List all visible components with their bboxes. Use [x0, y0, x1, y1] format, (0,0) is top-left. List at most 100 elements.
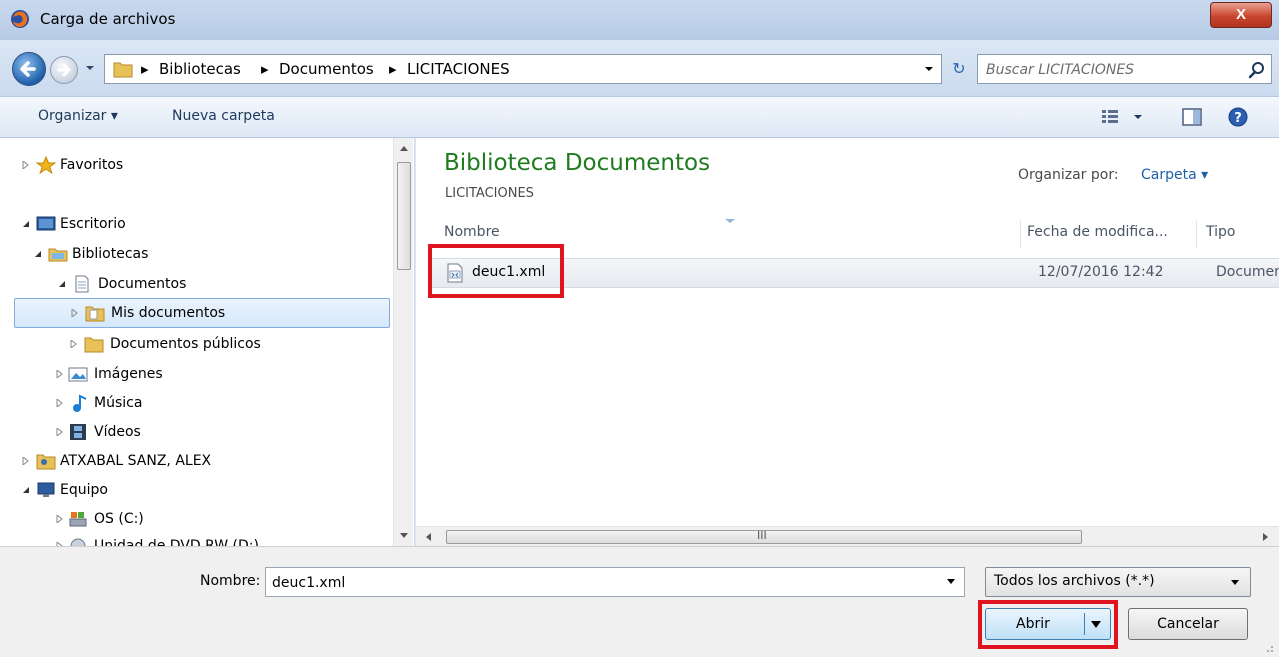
nav-pane-scroll-thumb[interactable]	[397, 162, 411, 270]
navigation-bar: ▸ Bibliotecas ▸ Documentos ▸ LICITACIONE…	[0, 40, 1279, 96]
expand-arrow-icon[interactable]	[71, 309, 79, 317]
address-bar[interactable]: ▸ Bibliotecas ▸ Documentos ▸ LICITACIONE…	[104, 54, 942, 84]
dialog-footer: Nombre: Todos los archivos (*.*) Abrir C…	[0, 546, 1279, 657]
file-type: Documento XML	[1216, 264, 1279, 280]
libraries-icon	[48, 248, 68, 262]
user-folder-icon	[36, 454, 56, 470]
breadcrumb-separator[interactable]: ▸	[261, 60, 269, 78]
tree-item-dvd-drive[interactable]: Unidad de DVD RW (D:)	[0, 532, 392, 546]
svg-text:?: ?	[1234, 111, 1242, 126]
document-icon	[75, 275, 89, 293]
breadcrumb-separator[interactable]: ▸	[389, 60, 397, 78]
address-history-chevron-icon[interactable]	[923, 64, 935, 74]
arrange-by-dropdown[interactable]: Carpeta ▾	[1141, 167, 1208, 183]
tree-item-user-folder[interactable]: ATXABAL SANZ, ALEX	[0, 447, 392, 475]
highlight-file-annotation	[428, 244, 564, 298]
title-bar: Carga de archivos X	[0, 0, 1279, 40]
expand-arrow-icon[interactable]	[56, 399, 64, 407]
firefox-icon	[11, 10, 29, 28]
column-header-name[interactable]: Nombre	[444, 224, 500, 240]
library-title: Biblioteca Documentos	[444, 150, 711, 176]
computer-icon	[37, 482, 55, 497]
file-list-hscrollbar[interactable]: III	[416, 526, 1279, 546]
file-modified-date: 12/07/2016 12:42	[1038, 264, 1164, 280]
expand-arrow-icon[interactable]	[22, 161, 30, 169]
tree-item-equipo[interactable]: Equipo	[0, 476, 392, 504]
column-separator[interactable]	[1020, 220, 1021, 248]
chevron-down-icon[interactable]	[946, 578, 956, 586]
tree-item-favoritos[interactable]: Favoritos	[0, 151, 392, 179]
expand-arrow-icon[interactable]	[56, 370, 64, 378]
refresh-icon: ↻	[952, 59, 966, 78]
breadcrumb-separator[interactable]: ▸	[141, 60, 149, 78]
column-header-type[interactable]: Tipo	[1206, 224, 1235, 240]
expand-arrow-icon[interactable]	[70, 340, 78, 348]
tree-item-videos[interactable]: Vídeos	[0, 418, 392, 446]
scroll-left-icon[interactable]	[424, 532, 432, 542]
star-icon	[36, 156, 56, 174]
window-title: Carga de archivos	[40, 10, 176, 28]
collapse-arrow-icon[interactable]	[22, 220, 30, 228]
breadcrumb-documentos[interactable]: Documentos	[279, 60, 374, 78]
organize-menu-button[interactable]: Organizar ▾	[38, 108, 118, 124]
navigation-pane: Favoritos Escritorio Bibliotecas Documen…	[0, 138, 415, 546]
column-separator[interactable]	[1196, 220, 1197, 248]
folder-icon	[84, 337, 104, 353]
file-list-pane: Biblioteca Documentos LICITACIONES Organ…	[416, 138, 1279, 546]
expand-arrow-icon[interactable]	[56, 515, 64, 523]
scroll-right-icon[interactable]	[1262, 532, 1270, 542]
tree-item-documentos-publicos[interactable]: Documentos públicos	[0, 330, 392, 358]
file-name-label: Nombre:	[200, 573, 261, 589]
help-icon[interactable]: ?	[1226, 105, 1250, 129]
tree-item-drive-c[interactable]: OS (C:)	[0, 505, 392, 533]
arrow-left-icon	[20, 61, 36, 77]
new-folder-button[interactable]: Nueva carpeta	[172, 108, 275, 124]
tree-item-documentos[interactable]: Documentos	[0, 270, 392, 298]
tree-item-escritorio[interactable]: Escritorio	[0, 210, 392, 238]
back-button[interactable]	[12, 52, 46, 86]
desktop-icon	[36, 216, 56, 231]
sort-indicator-icon	[725, 219, 735, 223]
chevron-down-icon[interactable]	[1230, 579, 1240, 587]
scroll-grip: III	[757, 529, 767, 542]
search-input[interactable]	[986, 60, 1236, 80]
arrange-by-label: Organizar por:	[1018, 167, 1119, 183]
tree-item-bibliotecas[interactable]: Bibliotecas	[0, 240, 392, 268]
file-type-filter-value: Todos los archivos (*.*)	[994, 573, 1155, 589]
collapse-arrow-icon[interactable]	[34, 250, 42, 258]
collapse-arrow-icon[interactable]	[58, 280, 66, 288]
nav-pane-scrollbar[interactable]	[393, 138, 413, 546]
expand-arrow-icon[interactable]	[22, 457, 30, 465]
breadcrumb-bibliotecas[interactable]: Bibliotecas	[159, 60, 241, 78]
tree-item-imagenes[interactable]: Imágenes	[0, 360, 392, 388]
expand-arrow-icon[interactable]	[56, 428, 64, 436]
tree-item-musica[interactable]: Música	[0, 389, 392, 417]
folder-document-icon	[85, 306, 105, 322]
search-icon[interactable]	[1248, 61, 1266, 79]
column-header-modified[interactable]: Fecha de modifica...	[1027, 224, 1168, 240]
arrow-right-icon	[57, 63, 71, 77]
change-view-icon[interactable]	[1100, 105, 1148, 129]
cancel-button[interactable]: Cancelar	[1128, 608, 1248, 640]
pictures-icon	[68, 367, 88, 382]
tree-item-mis-documentos[interactable]: Mis documentos	[14, 298, 390, 328]
file-list-scroll-thumb[interactable]: III	[446, 529, 1082, 544]
scroll-down-icon[interactable]	[399, 532, 409, 540]
music-icon	[73, 394, 87, 412]
preview-pane-icon[interactable]	[1180, 105, 1204, 129]
file-name-combobox[interactable]	[265, 567, 965, 597]
file-name-input[interactable]	[272, 573, 912, 593]
forward-button[interactable]	[50, 56, 78, 84]
scroll-up-icon[interactable]	[399, 144, 409, 152]
breadcrumb-licitaciones[interactable]: LICITACIONES	[407, 60, 510, 78]
search-box[interactable]	[977, 54, 1272, 84]
recent-pages-chevron-icon[interactable]	[84, 62, 96, 74]
close-button[interactable]: X	[1210, 2, 1272, 28]
collapse-arrow-icon[interactable]	[22, 486, 30, 494]
dvd-drive-icon	[70, 538, 86, 546]
resize-grip-icon[interactable]	[1262, 641, 1274, 653]
refresh-button[interactable]: ↻	[946, 56, 972, 82]
library-folder-icon	[113, 62, 133, 78]
command-bar: Organizar ▾ Nueva carpeta ?	[0, 96, 1279, 138]
file-type-filter-select[interactable]: Todos los archivos (*.*)	[985, 567, 1251, 597]
